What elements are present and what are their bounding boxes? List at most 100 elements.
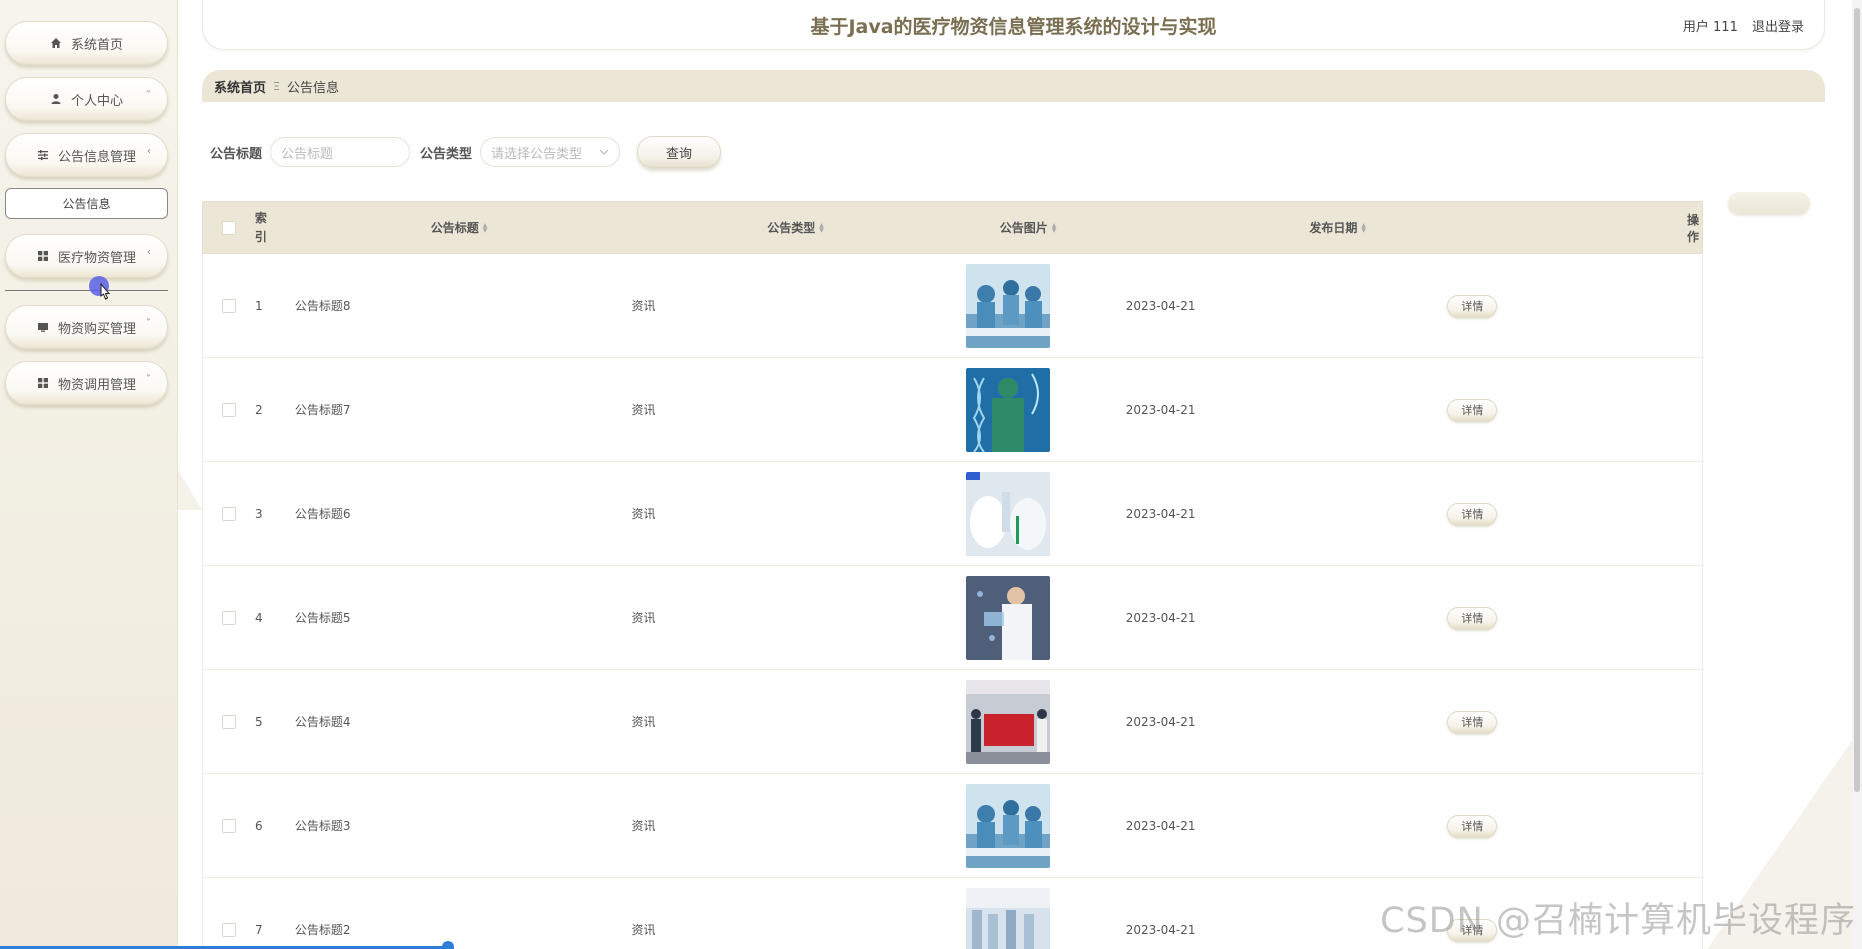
chevron-down-icon [599,149,609,155]
sidebar-item-label: 物资调用管理 [57,377,136,393]
watermark: CSDN @召楠计算机毕设程序 [1380,901,1856,941]
row-type: 资讯 [631,507,656,521]
row-type: 资讯 [631,819,656,833]
progress-knob [442,941,454,949]
row-date: 2023-04-21 [1125,714,1196,729]
sidebar-divider [5,290,168,291]
row-title: 公告标题4 [294,715,351,729]
row-index: 1 [254,298,263,313]
sidebar-item-label: 公告信息管理 [57,149,136,165]
sidebar-item-home[interactable]: 系统首页 [5,21,168,65]
row-checkbox-cell [203,922,255,937]
notice-table: 索引 公告标题 ▲ ▼ 公告类型 ▲ ▼ 公告图片 ▲ ▼ 发布日期 ▲ ▼ 操作 1 … [202,201,1703,949]
vial-gloves-image[interactable] [965,471,1050,556]
col-type[interactable]: 公告类型 ▲ ▼ [631,219,965,236]
detail-button[interactable]: 详情 [1447,606,1498,629]
row-date: 2023-04-21 [1125,818,1196,833]
title-search-input[interactable]: 公告标题 [270,137,411,167]
row-checkbox-cell [203,298,255,313]
surgery-team-image[interactable] [965,263,1050,348]
table-row: 6 公告标题3 资讯 2023-04-21 详情 [202,774,1703,878]
row-title: 公告标题6 [294,507,351,521]
detail-button[interactable]: 详情 [1447,710,1498,733]
table-row: 1 公告标题8 资讯 2023-04-21 详情 [202,254,1703,358]
row-checkbox[interactable] [221,298,236,313]
breadcrumb-home[interactable]: 系统首页 [214,77,266,96]
type-select-placeholder: 请选择公告类型 [491,146,583,162]
scrollbar-thumb[interactable] [1854,8,1860,792]
sidebar-item-label: 个人中心 [70,93,123,109]
sidebar-item-dispatch[interactable]: 物资调用管理 ˅ [5,361,168,405]
col-index: 索引 [255,209,295,247]
row-index: 2 [254,402,263,417]
row-type: 资讯 [631,611,656,625]
row-actions: 详情 [1447,294,1702,317]
lab-room-image[interactable] [965,887,1050,949]
row-image-cell [965,679,1126,764]
sidebar-item-medical-supplies[interactable]: 医疗物资管理 ‹ [5,234,168,278]
logout-link[interactable]: 退出登录 [1752,20,1804,35]
col-title[interactable]: 公告标题 ▲ ▼ [295,219,631,236]
row-checkbox[interactable] [221,402,236,417]
row-checkbox[interactable] [221,714,236,729]
doctor-tablet-image[interactable] [965,575,1050,660]
sort-icon: ▲ ▼ [482,221,488,234]
row-actions: 详情 [1447,814,1702,837]
chevron-left-icon: ‹ [147,146,151,157]
row-checkbox[interactable] [221,818,236,833]
breadcrumb: 系统首页 Ξ 公告信息 [202,70,1825,102]
row-checkbox-cell [203,714,255,729]
select-all-checkbox[interactable] [221,220,236,235]
col-image[interactable]: 公告图片 ▲ ▼ [966,219,1126,236]
row-title: 公告标题7 [294,403,351,417]
grid-icon [37,377,49,389]
sidebar-item-notice-mgmt[interactable]: 公告信息管理 ‹ [5,133,168,177]
sort-icon: ▲ ▼ [819,221,824,234]
row-index: 5 [254,714,263,729]
row-index: 3 [254,506,263,521]
sidebar-item-label: 系统首页 [70,37,123,53]
detail-button[interactable]: 详情 [1447,502,1498,525]
type-filter-label: 公告类型 [420,146,473,162]
table-row: 5 公告标题4 资讯 2023-04-21 详情 [202,670,1703,774]
row-checkbox[interactable] [221,922,236,937]
table-body: 1 公告标题8 资讯 2023-04-21 详情 2 公告标题7 资讯 2023… [202,254,1703,949]
type-select[interactable]: 请选择公告类型 [480,137,621,167]
row-title: 公告标题5 [294,611,351,625]
row-index: 4 [254,610,263,625]
sidebar: 系统首页 个人中心 ˅ 公告信息管理 ‹ 公告信息 医疗物资管理 ‹ 物资购买管… [0,0,178,949]
sidebar-item-personal[interactable]: 个人中心 ˅ [5,77,168,121]
row-type: 资讯 [631,403,656,417]
row-checkbox[interactable] [221,610,236,625]
col-type-label: 公告类型 [767,221,816,235]
detail-button[interactable]: 详情 [1447,294,1498,317]
col-title-label: 公告标题 [430,221,479,235]
row-checkbox[interactable] [221,506,236,521]
sort-icon: ▲ ▼ [1361,221,1367,234]
table-row: 4 公告标题5 资讯 2023-04-21 详情 [202,566,1703,670]
query-button[interactable]: 查询 [637,136,722,168]
toolbar-pill[interactable] [1728,192,1810,214]
page-title: 基于Java的医疗物资信息管理系统的设计与实现 [810,16,1217,38]
vertical-scrollbar[interactable] [1852,0,1862,949]
detail-button[interactable]: 详情 [1447,814,1498,837]
sidebar-item-purchase[interactable]: 物资购买管理 ˅ [5,305,168,349]
doctor-dna-image[interactable] [965,367,1050,452]
row-date: 2023-04-21 [1125,610,1196,625]
row-image-cell [965,367,1126,452]
row-image-cell [965,575,1126,660]
sidebar-subitem-notice[interactable]: 公告信息 [5,188,168,219]
col-date[interactable]: 发布日期 ▲ ▼ [1125,219,1447,236]
row-checkbox-cell [203,506,255,521]
table-header: 索引 公告标题 ▲ ▼ 公告类型 ▲ ▼ 公告图片 ▲ ▼ 发布日期 ▲ ▼ 操作 [202,201,1703,254]
row-title: 公告标题2 [294,923,351,937]
chevron-down-icon: ˅ [146,374,151,385]
sidebar-subitem-label: 公告信息 [62,197,111,211]
breadcrumb-separator-icon: Ξ [273,79,280,93]
grid-icon [37,250,49,262]
medical-team-banner-image[interactable] [965,679,1050,764]
detail-button[interactable]: 详情 [1447,398,1498,421]
monitor-icon [37,321,49,333]
surgery-team-image[interactable] [965,783,1050,868]
row-date: 2023-04-21 [1125,402,1196,417]
